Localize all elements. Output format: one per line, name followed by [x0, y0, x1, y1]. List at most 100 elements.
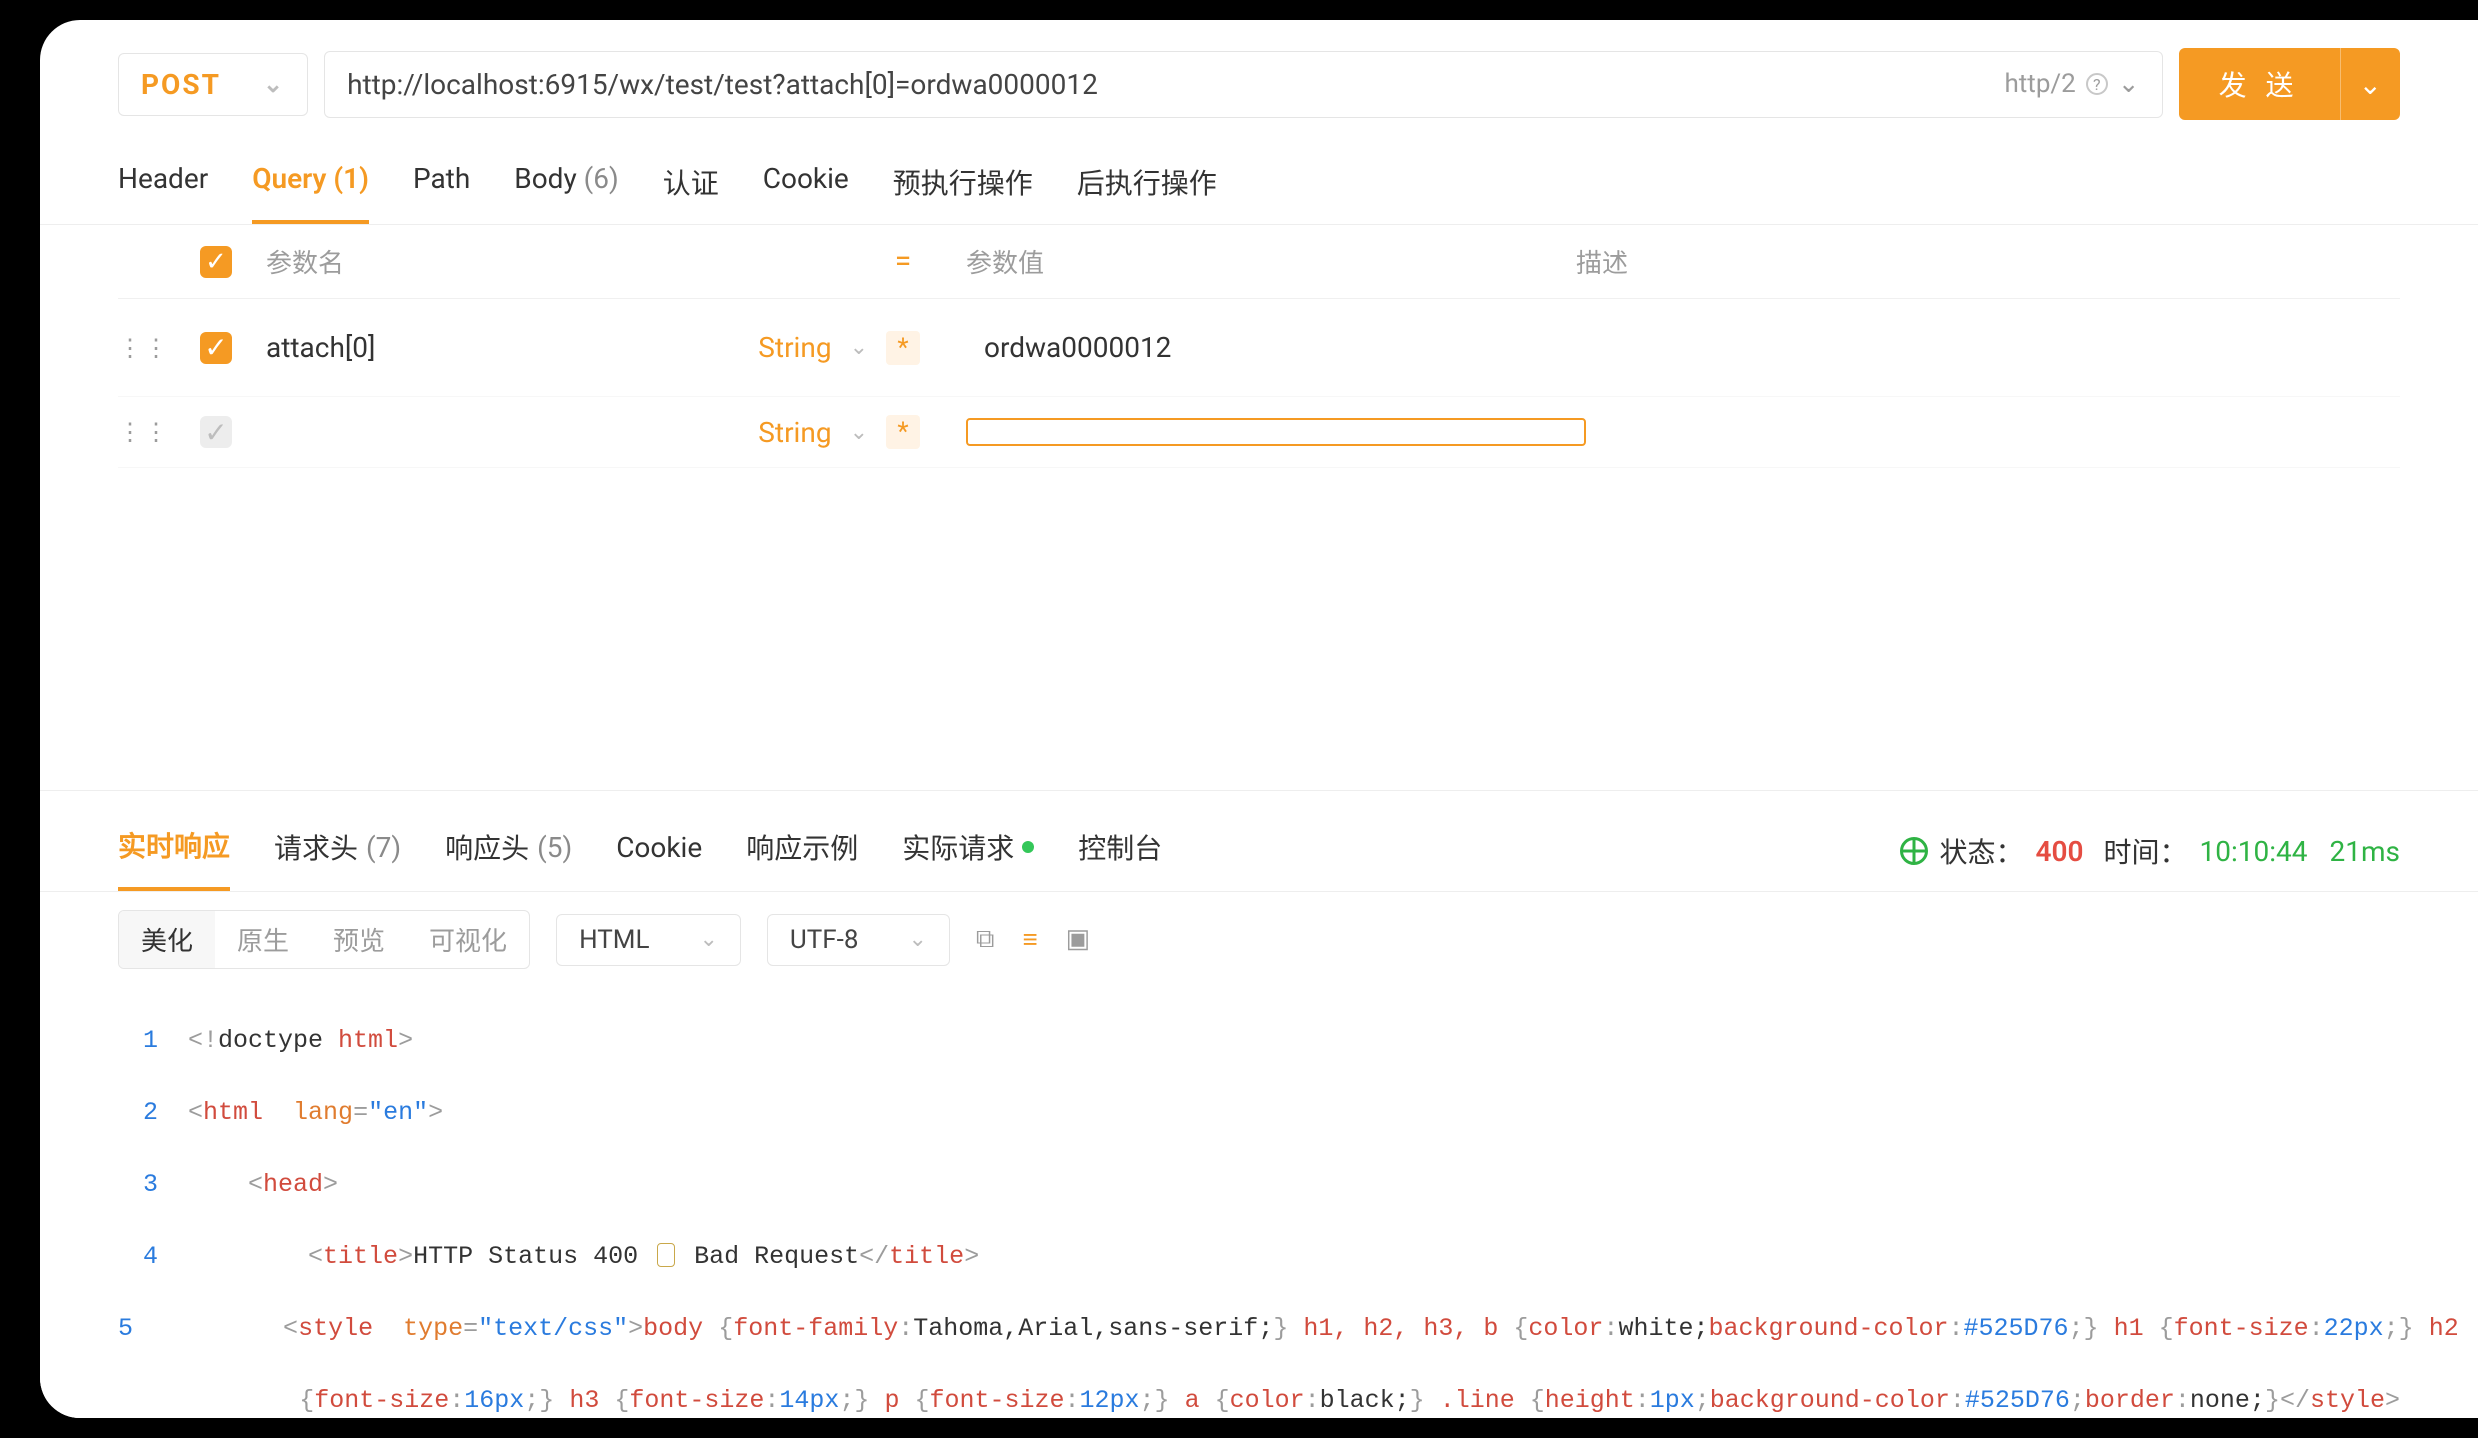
- tab-label: Cookie: [616, 831, 702, 864]
- globe-icon: [1900, 837, 1928, 865]
- response-tabs: 实时响应 请求头 (7) 响应头 (5) Cookie 响应示例 实际请求 控制…: [40, 791, 2478, 892]
- tab-label: 后执行操作: [1077, 167, 1217, 200]
- time-label: 时间：: [2104, 831, 2188, 871]
- tab-auth[interactable]: 认证: [663, 148, 719, 224]
- tab-post-request[interactable]: 后执行操作: [1077, 148, 1217, 224]
- save-icon[interactable]: ▣: [1066, 924, 1091, 955]
- param-type-select[interactable]: String ⌄: [696, 331, 876, 364]
- drag-handle-icon[interactable]: ⋮⋮: [118, 334, 190, 362]
- tab-header[interactable]: Header: [118, 148, 208, 224]
- param-checkbox[interactable]: ✓: [200, 332, 232, 364]
- wrap-icon[interactable]: ≡: [1022, 924, 1037, 955]
- resp-tab-actual-request[interactable]: 实际请求: [902, 813, 1034, 889]
- required-icon: *: [886, 415, 920, 449]
- tab-label: 实际请求: [902, 827, 1014, 867]
- line-number: 4: [118, 1239, 188, 1275]
- col-value: 参数值: [966, 243, 1566, 280]
- send-dropdown[interactable]: ⌄: [2340, 48, 2400, 120]
- tab-label: Header: [118, 162, 208, 195]
- tab-label: Query: [252, 162, 326, 195]
- help-icon: ?: [2086, 73, 2108, 95]
- resp-tab-response-headers[interactable]: 响应头 (5): [445, 813, 572, 889]
- tab-label: 响应示例: [746, 827, 858, 867]
- resp-tab-request-headers[interactable]: 请求头 (7): [274, 813, 401, 889]
- tab-label: Cookie: [763, 162, 849, 195]
- chevron-down-icon: ⌄: [908, 927, 926, 952]
- tab-label: 控制台: [1078, 827, 1162, 867]
- duration-value: 21ms: [2330, 835, 2400, 868]
- tab-count: (5): [537, 831, 572, 864]
- tab-count: (1): [333, 162, 369, 195]
- tab-pre-request[interactable]: 预执行操作: [893, 148, 1033, 224]
- resp-tab-console[interactable]: 控制台: [1078, 813, 1162, 889]
- resp-tab-cookie[interactable]: Cookie: [616, 817, 702, 886]
- encoding-select[interactable]: UTF-8 ⌄: [767, 914, 950, 966]
- required-icon: *: [886, 331, 920, 365]
- param-row: ⋮⋮ ✓ attach[0] String ⌄ * ordwa0000012: [118, 299, 2400, 397]
- resp-tab-realtime[interactable]: 实时响应: [118, 811, 230, 891]
- status-code: 400: [2036, 835, 2084, 868]
- tab-label: 响应头: [445, 827, 529, 867]
- status-label: 状态：: [1940, 831, 2024, 871]
- param-row: ⋮⋮ ✓ String ⌄ *: [118, 397, 2400, 468]
- toolbar-icons: ⧉ ≡ ▣: [976, 924, 1090, 955]
- response-status-bar: 状态： 400 时间： 10:10:44 21ms: [1900, 831, 2401, 871]
- format-value: HTML: [579, 925, 649, 955]
- http-method-select[interactable]: POST ⌄: [118, 53, 308, 116]
- copy-icon[interactable]: ⧉: [976, 924, 995, 955]
- send-button[interactable]: 发 送 ⌄: [2179, 48, 2400, 120]
- resp-tab-example[interactable]: 响应示例: [746, 813, 858, 889]
- response-panel: 实时响应 请求头 (7) 响应头 (5) Cookie 响应示例 实际请求 控制…: [40, 790, 2478, 1418]
- line-number: 1: [118, 1023, 188, 1059]
- param-value-input[interactable]: [966, 418, 1586, 446]
- param-type-value: String: [758, 331, 831, 364]
- view-mode-segment: 美化 原生 预览 可视化: [118, 910, 530, 969]
- chevron-down-icon: ⌄: [2118, 69, 2140, 99]
- param-checkbox[interactable]: ✓: [200, 416, 232, 448]
- tab-label: 实时响应: [118, 825, 230, 865]
- tab-label: 请求头: [274, 827, 358, 867]
- url-input[interactable]: http://localhost:6915/wx/test/test?attac…: [324, 51, 2163, 118]
- chevron-down-icon: ⌄: [850, 420, 868, 445]
- main-panel: POST ⌄ http://localhost:6915/wx/test/tes…: [40, 20, 2478, 1418]
- equals-icon: =: [886, 244, 920, 279]
- request-tabs: Header Query (1) Path Body (6) 认证 Cookie…: [40, 138, 2478, 225]
- tab-path[interactable]: Path: [413, 148, 470, 224]
- http-method-value: POST: [141, 68, 221, 101]
- line-number: 5: [118, 1311, 163, 1347]
- tab-label: Body: [514, 162, 576, 195]
- response-body-code[interactable]: 1<!doctype html> 2<html lang="en"> 3 <he…: [40, 987, 2478, 1418]
- chevron-down-icon: ⌄: [2359, 68, 2382, 101]
- send-button-label: 发 送: [2179, 48, 2340, 120]
- unknown-char-icon: [657, 1243, 675, 1267]
- param-value-input[interactable]: ordwa0000012: [966, 317, 1566, 378]
- drag-handle-icon[interactable]: ⋮⋮: [118, 418, 190, 446]
- params-header-row: ✓ 参数名 = 参数值 描述: [118, 225, 2400, 299]
- chevron-down-icon: ⌄: [850, 335, 868, 360]
- tab-query[interactable]: Query (1): [252, 148, 369, 224]
- view-mode-visual[interactable]: 可视化: [407, 911, 529, 968]
- time-value: 10:10:44: [2200, 835, 2308, 868]
- response-toolbar: 美化 原生 预览 可视化 HTML ⌄ UTF-8 ⌄ ⧉ ≡ ▣: [40, 892, 2478, 987]
- encoding-value: UTF-8: [790, 925, 859, 955]
- param-name[interactable]: attach[0]: [266, 331, 686, 364]
- tab-label: 认证: [663, 167, 719, 200]
- view-mode-raw[interactable]: 原生: [215, 911, 311, 968]
- url-value: http://localhost:6915/wx/test/test?attac…: [347, 68, 1098, 101]
- code-text: Bad Request: [679, 1242, 859, 1271]
- view-mode-pretty[interactable]: 美化: [119, 911, 215, 968]
- param-type-select[interactable]: String ⌄: [696, 416, 876, 449]
- query-params-table: ✓ 参数名 = 参数值 描述 ⋮⋮ ✓ attach[0] String ⌄ *…: [40, 225, 2478, 468]
- view-mode-preview[interactable]: 预览: [311, 911, 407, 968]
- tab-cookie[interactable]: Cookie: [763, 148, 849, 224]
- tab-count: (6): [584, 162, 619, 195]
- tab-label: 预执行操作: [893, 167, 1033, 200]
- tab-body[interactable]: Body (6): [514, 148, 618, 224]
- line-number: 2: [118, 1095, 188, 1131]
- col-name: 参数名: [266, 243, 686, 280]
- tab-label: Path: [413, 162, 470, 195]
- protocol-select[interactable]: http/2 ? ⌄: [2004, 69, 2139, 99]
- request-row: POST ⌄ http://localhost:6915/wx/test/tes…: [40, 20, 2478, 138]
- format-select[interactable]: HTML ⌄: [556, 914, 741, 966]
- select-all-checkbox[interactable]: ✓: [200, 246, 232, 278]
